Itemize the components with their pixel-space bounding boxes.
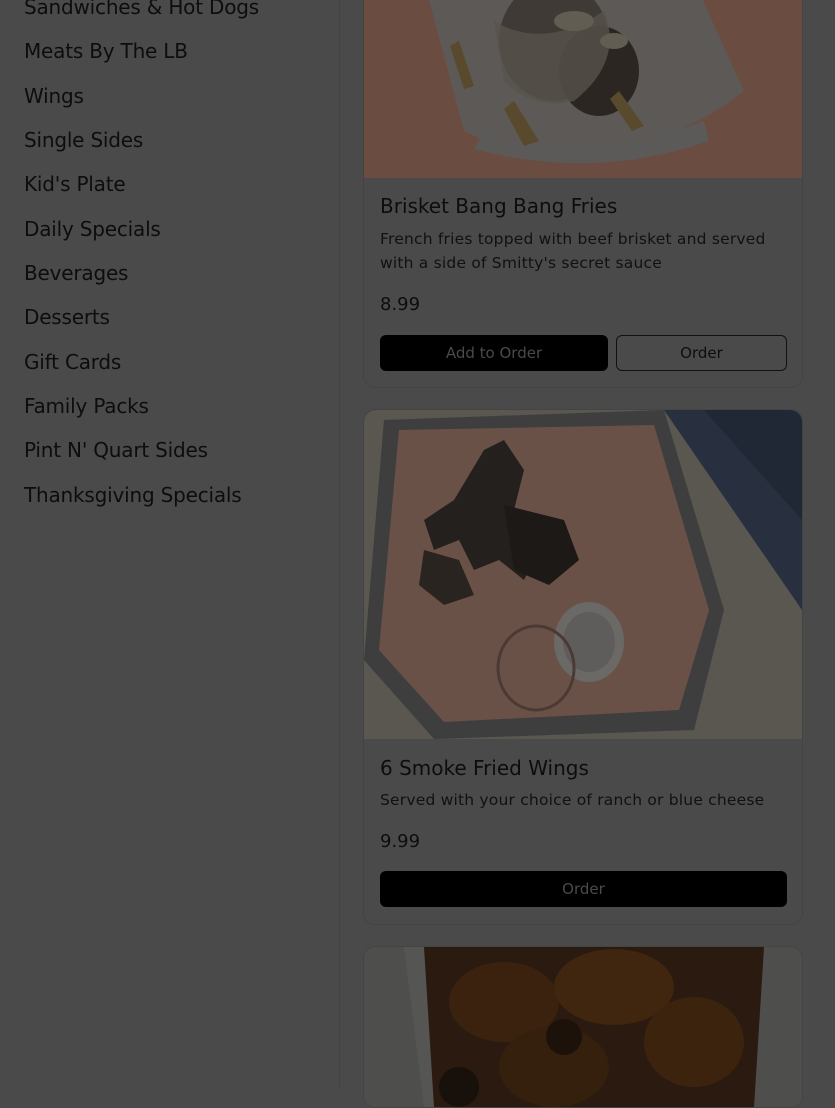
category-family-packs[interactable]: Family Packs	[24, 394, 149, 418]
category-daily-specials[interactable]: Daily Specials	[24, 217, 161, 241]
category-wings[interactable]: Wings	[24, 84, 84, 108]
category-sandwiches-hot-dogs[interactable]: Sandwiches & Hot Dogs	[24, 0, 259, 19]
order-button[interactable]: Order	[380, 871, 787, 907]
item-name: 6 Smoke Fried Wings	[380, 756, 589, 780]
menu-item-card[interactable]: Brisket Bang Bang Fries French fries top…	[363, 0, 803, 388]
add-to-order-button[interactable]: Add to Order	[380, 335, 608, 371]
wings-photo	[364, 947, 802, 1107]
item-description: Served with your choice of ranch or blue…	[380, 791, 765, 809]
category-thanksgiving-specials[interactable]: Thanksgiving Specials	[24, 483, 242, 507]
item-price: 8.99	[380, 294, 421, 315]
brisket-fries-photo	[364, 0, 802, 178]
category-beverages[interactable]: Beverages	[24, 261, 128, 285]
order-button[interactable]: Order	[616, 335, 787, 371]
menu-content: Brisket Bang Bang Fries French fries top…	[340, 0, 835, 1108]
item-price: 9.99	[380, 831, 421, 852]
category-desserts[interactable]: Desserts	[24, 305, 110, 329]
category-gift-cards[interactable]: Gift Cards	[24, 350, 121, 374]
category-single-sides[interactable]: Single Sides	[24, 128, 143, 152]
menu-item-card[interactable]	[363, 946, 803, 1108]
category-meats-by-the-lb[interactable]: Meats By The LB	[24, 39, 188, 63]
item-name: Brisket Bang Bang Fries	[380, 194, 618, 218]
category-kids-plate[interactable]: Kid's Plate	[24, 172, 126, 196]
category-sidebar: Sandwiches & Hot Dogs Meats By The LB Wi…	[0, 0, 340, 1089]
item-description: French fries topped with beef brisket an…	[380, 230, 766, 272]
menu-item-card[interactable]: 6 Smoke Fried Wings Served with your cho…	[363, 409, 803, 925]
smoke-fried-wings-photo	[364, 410, 802, 739]
category-pint-n-quart-sides[interactable]: Pint N' Quart Sides	[24, 438, 208, 462]
